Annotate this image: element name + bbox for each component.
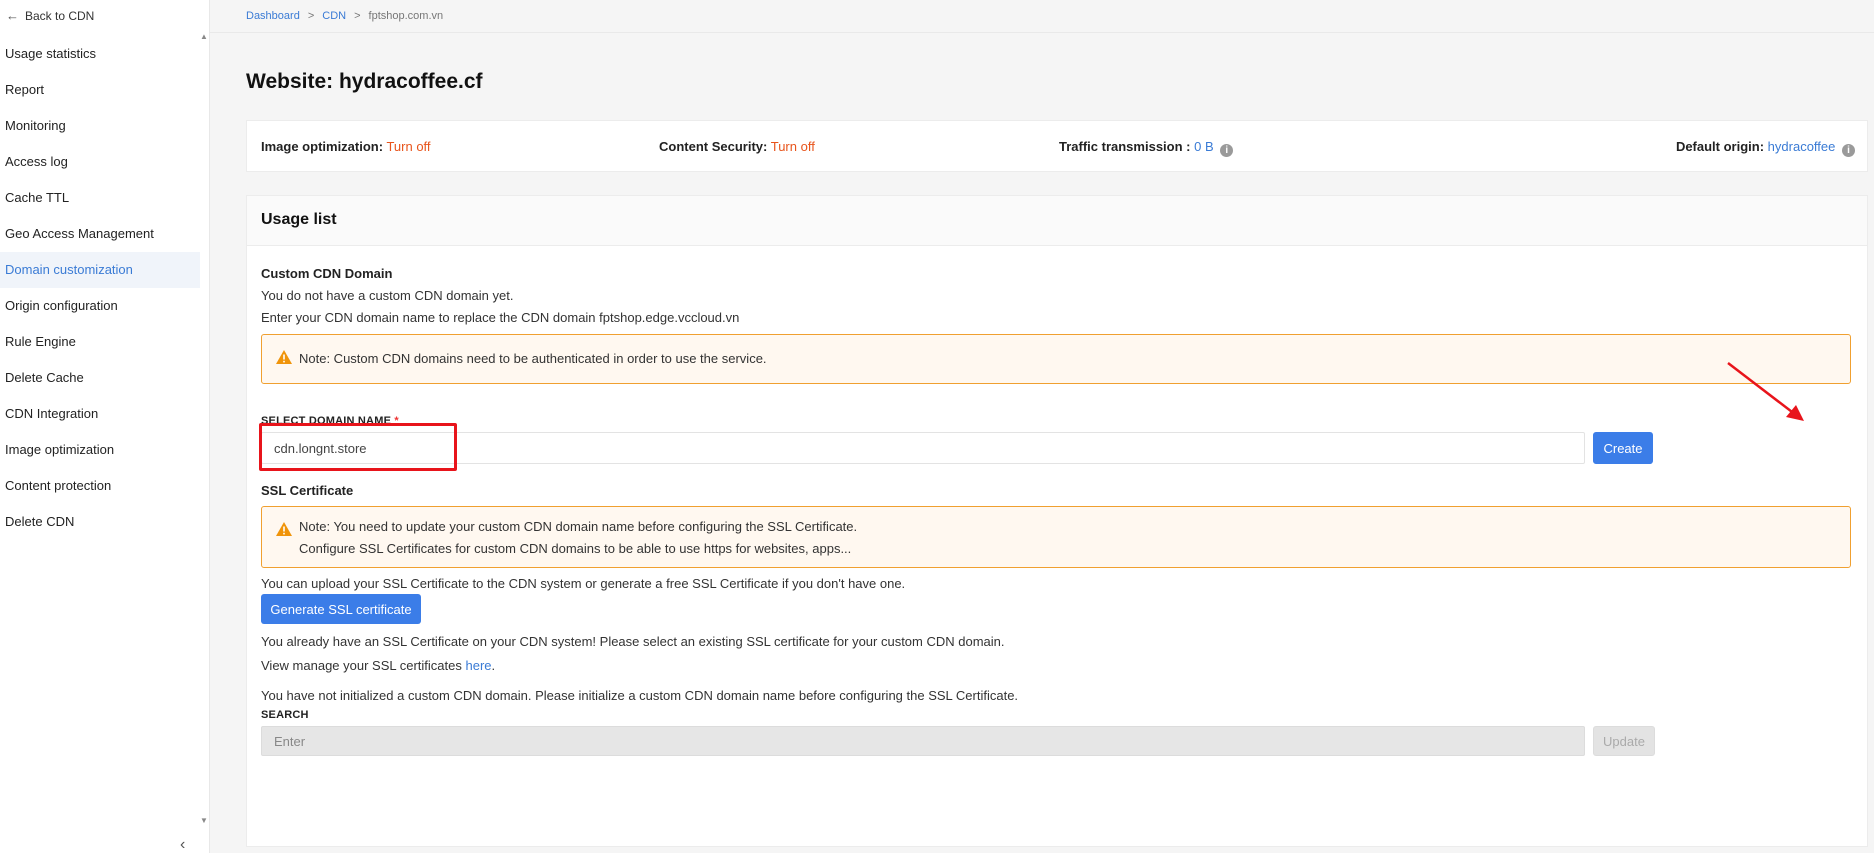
default-origin-value[interactable]: hydracoffee [1768,139,1836,154]
sidebar: ← Back to CDN ▲ Usage statistics Report … [0,0,210,853]
sidebar-item-origin-configuration[interactable]: Origin configuration [0,288,200,324]
breadcrumb-separator: > [307,10,315,22]
sidebar-item-content-protection[interactable]: Content protection [0,468,200,504]
chevron-left-icon[interactable]: ‹ [180,836,185,853]
sidebar-item-report[interactable]: Report [0,72,200,108]
ssl-note: Note: You need to update your custom CDN… [261,506,1851,568]
sidebar-item-image-optimization[interactable]: Image optimization [0,432,200,468]
arrow-left-icon: ← [6,8,19,23]
required-mark: * [394,415,399,427]
domain-auth-note-text: Note: Custom CDN domains need to be auth… [299,351,767,366]
traffic-transmission-label: Traffic transmission : [1059,139,1191,154]
ssl-manage-here-link[interactable]: here [466,658,492,673]
divider [210,32,1874,33]
info-icon[interactable]: i [1842,144,1855,157]
breadcrumb-separator: > [354,10,361,22]
create-button[interactable]: Create [1593,432,1653,464]
back-to-cdn-label: Back to CDN [25,8,95,23]
sidebar-item-delete-cache[interactable]: Delete Cache [0,360,200,396]
breadcrumb-current: fptshop.com.vn [368,10,444,22]
sidebar-item-domain-customization[interactable]: Domain customization [0,252,200,288]
period: . [491,658,496,673]
custom-cdn-domain-title: Custom CDN Domain [261,266,393,281]
info-icon[interactable]: i [1220,144,1234,157]
image-optimization-label: Image optimization: [261,139,384,154]
back-to-cdn-link[interactable]: ← Back to CDN [6,8,94,23]
scroll-down-icon[interactable]: ▼ [200,816,208,825]
sidebar-item-usage-statistics[interactable]: Usage statistics [0,36,200,72]
sidebar-item-geo-access[interactable]: Geo Access Management [0,216,200,252]
update-button[interactable]: Update [1593,726,1655,756]
traffic-transmission-value: 0 B [1194,139,1214,154]
breadcrumb-cdn[interactable]: CDN [322,10,346,22]
info-bar: Image optimization: Turn off Content Sec… [246,120,1868,172]
warning-icon [276,522,292,536]
search-input[interactable] [261,726,1585,756]
warning-icon [276,350,292,364]
image-optimization-value: Turn off [386,139,431,154]
sidebar-item-cache-ttl[interactable]: Cache TTL [0,180,200,216]
select-domain-label: SELECT DOMAIN NAME * [261,415,399,427]
domain-auth-note: Note: Custom CDN domains need to be auth… [261,334,1851,384]
sidebar-item-delete-cdn[interactable]: Delete CDN [0,504,200,540]
view-manage-ssl-text: View manage your SSL certificates here. [261,658,495,673]
sidebar-item-access-log[interactable]: Access log [0,144,200,180]
default-origin-status: Default origin: hydracoffee i [1676,139,1855,157]
sidebar-item-cdn-integration[interactable]: CDN Integration [0,396,200,432]
domain-name-input[interactable] [261,432,1585,464]
no-domain-text: You do not have a custom CDN domain yet. [261,288,514,303]
content-security-label: Content Security: [659,139,768,154]
ssl-note-line-1: Note: You need to update your custom CDN… [299,519,858,534]
ssl-upload-text: You can upload your SSL Certificate to t… [261,576,906,591]
ssl-existing-text: You already have an SSL Certificate on y… [261,634,1005,649]
sidebar-nav: Usage statistics Report Monitoring Acces… [0,36,200,540]
not-initialized-text: You have not initialized a custom CDN do… [261,688,1019,703]
search-label: SEARCH [261,709,309,721]
traffic-transmission-status: Traffic transmission : 0 B i [1059,139,1234,157]
ssl-note-text: Note: You need to update your custom CDN… [299,516,857,560]
scroll-up-icon[interactable]: ▲ [200,32,208,41]
content-security-value: Turn off [770,139,815,154]
generate-ssl-button[interactable]: Generate SSL certificate [261,594,421,624]
page-title: Website: hydracoffee.cf [246,70,483,93]
usage-list-header: Usage list [247,196,1867,246]
image-optimization-status: Image optimization: Turn off [261,139,431,154]
replace-domain-text: Enter your CDN domain name to replace th… [261,310,740,325]
sidebar-item-rule-engine[interactable]: Rule Engine [0,324,200,360]
main-content: Dashboard > CDN > fptshop.com.vn Website… [210,0,1874,853]
sidebar-item-monitoring[interactable]: Monitoring [0,108,200,144]
ssl-note-line-2: Configure SSL Certificates for custom CD… [299,541,852,556]
usage-list-card: Usage list Custom CDN Domain You do not … [246,195,1868,847]
view-manage-ssl-label: View manage your SSL certificates [261,658,466,673]
breadcrumb-dashboard[interactable]: Dashboard [246,10,300,22]
ssl-certificate-title: SSL Certificate [261,483,354,498]
breadcrumb: Dashboard > CDN > fptshop.com.vn [246,10,443,22]
select-domain-label-text: SELECT DOMAIN NAME [261,415,392,427]
content-security-status: Content Security: Turn off [659,139,815,154]
default-origin-label: Default origin: [1675,139,1765,154]
